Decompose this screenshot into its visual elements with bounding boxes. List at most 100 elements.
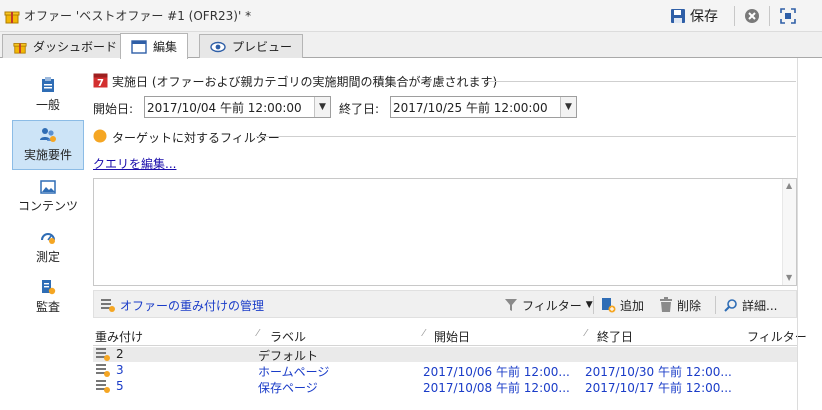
row-end: 2017/10/30 午前 12:00... — [585, 365, 732, 379]
row-label: デフォルト — [258, 349, 319, 363]
sidebar-item-label: 実施要件 — [23, 148, 72, 162]
table-row[interactable]: 2 デフォルト — [93, 347, 797, 363]
column-header-weight[interactable]: 重み付け — [95, 328, 143, 345]
add-icon — [600, 297, 616, 313]
funnel-icon — [504, 298, 518, 312]
row-weight: 5 — [116, 379, 124, 393]
tab-label: プレビュー — [232, 40, 293, 54]
weight-row-icon — [95, 347, 111, 362]
floppy-disk-icon — [670, 8, 686, 24]
calendar-day: 7 — [97, 78, 104, 88]
tab-label: 編集 — [153, 40, 178, 54]
tab-edit[interactable]: 編集 — [120, 33, 189, 59]
magnifier-icon — [724, 298, 738, 312]
window-title: オファー 'ベストオファー #1 (OFR23)' * — [24, 9, 252, 23]
clipboard-icon — [41, 77, 55, 93]
sidebar-item-measure[interactable]: 測定 — [12, 222, 84, 272]
table-row[interactable]: 3 ホームページ 2017/10/06 午前 12:00... 2017/10/… — [93, 363, 797, 379]
filter-heading: ターゲットに対するフィルター — [112, 131, 280, 145]
sidebar-item-label: 一般 — [35, 98, 60, 112]
row-weight: 3 — [116, 363, 124, 377]
add-button[interactable]: 追加 — [600, 295, 644, 315]
column-header-label[interactable]: ラベル — [270, 328, 306, 345]
chevron-down-icon[interactable]: ▼ — [560, 97, 576, 117]
tab-dashboard[interactable]: ダッシュボード — [2, 34, 129, 58]
validity-heading: 実施日 (オファーおよび親カテゴリの実施期間の積集合が考慮されます) — [112, 75, 498, 89]
detail-label: 詳細... — [742, 298, 778, 313]
start-date-field[interactable]: 2017/10/04 午前 12:00:00 ▼ — [144, 96, 331, 118]
right-edge-divider — [797, 58, 798, 410]
section-divider — [256, 136, 796, 137]
column-divider: ⁄ — [257, 328, 259, 339]
start-date-value: 2017/10/04 午前 12:00:00 — [147, 100, 302, 115]
toolbar-separator — [769, 6, 770, 26]
end-date-field[interactable]: 2017/10/25 午前 12:00:00 ▼ — [390, 96, 577, 118]
tab-bar: ダッシュボード 編集 プレビュー — [0, 32, 822, 59]
column-divider: ⁄ — [423, 328, 425, 339]
trash-icon — [659, 297, 673, 313]
sidebar-item-audit[interactable]: 監査 — [12, 272, 84, 322]
sidebar-item-general[interactable]: 一般 — [12, 70, 84, 120]
filter-dropdown-button[interactable]: フィルター ▼ — [504, 295, 593, 315]
manage-weights-label: オファーの重み付けの管理 — [120, 298, 265, 313]
window-icon — [131, 39, 147, 54]
row-end: 2017/10/17 午前 12:00... — [585, 381, 732, 395]
weight-row-icon — [95, 379, 111, 394]
audit-icon — [40, 279, 56, 295]
filter-label: フィルター — [522, 298, 582, 313]
end-date-label: 終了日: — [339, 102, 380, 116]
offer-gift-icon — [4, 8, 20, 24]
filter-circle-icon — [93, 129, 107, 143]
gauge-icon — [40, 229, 56, 245]
close-icon[interactable] — [744, 8, 760, 24]
save-label: 保存 — [690, 9, 718, 25]
tab-label: ダッシュボード — [33, 40, 118, 54]
scroll-down-icon[interactable]: ▼ — [786, 273, 792, 282]
chevron-down-icon: ▼ — [585, 300, 593, 310]
column-divider: ⁄ — [585, 328, 587, 339]
grid-header: 重み付け ⁄ ラベル ⁄ 開始日 ⁄ 終了日 フィルター — [93, 326, 807, 346]
save-button[interactable]: 保存 — [670, 5, 718, 27]
users-icon — [39, 127, 57, 143]
calendar-icon: 7 — [93, 73, 108, 88]
sidebar: 一般 実施要件 コンテンツ 測定 監査 — [0, 58, 88, 410]
query-text-area[interactable]: ▲ ▼ — [93, 178, 797, 286]
row-weight: 2 — [116, 347, 124, 361]
section-divider — [486, 81, 796, 82]
toolbar-separator — [734, 6, 735, 26]
expand-icon[interactable] — [780, 8, 796, 24]
sidebar-item-label: 測定 — [35, 250, 60, 264]
row-start: 2017/10/06 午前 12:00... — [423, 365, 570, 379]
column-header-start[interactable]: 開始日 — [434, 328, 470, 345]
delete-label: 削除 — [677, 298, 702, 313]
vertical-scrollbar[interactable]: ▲ ▼ — [782, 179, 796, 285]
image-icon — [40, 180, 56, 194]
row-label: 保存ページ — [258, 381, 318, 395]
eye-icon — [210, 41, 226, 53]
column-header-end[interactable]: 終了日 — [597, 328, 633, 345]
row-start: 2017/10/08 午前 12:00... — [423, 381, 570, 395]
toolbar-separator — [715, 296, 716, 314]
tab-preview[interactable]: プレビュー — [199, 34, 304, 58]
start-date-label: 開始日: — [93, 102, 134, 116]
grid-toolbar: オファーの重み付けの管理 フィルター ▼ 追加 削除 詳細... — [93, 290, 797, 318]
table-row[interactable]: 5 保存ページ 2017/10/08 午前 12:00... 2017/10/1… — [93, 379, 797, 395]
manage-weights-button[interactable]: オファーの重み付けの管理 — [100, 295, 264, 315]
title-bar: オファー 'ベストオファー #1 (OFR23)' * 保存 — [0, 0, 822, 32]
detail-button[interactable]: 詳細... — [724, 295, 777, 315]
gift-icon — [13, 40, 27, 54]
row-label: ホームページ — [258, 365, 330, 379]
sidebar-item-label: 監査 — [35, 300, 60, 314]
chevron-down-icon[interactable]: ▼ — [314, 97, 330, 117]
weights-list-icon — [100, 297, 116, 313]
add-label: 追加 — [620, 298, 645, 313]
toolbar-separator — [593, 296, 594, 314]
scroll-up-icon[interactable]: ▲ — [786, 181, 792, 190]
edit-query-link[interactable]: クエリを編集... — [93, 155, 176, 172]
weight-row-icon — [95, 363, 111, 378]
delete-button[interactable]: 削除 — [659, 295, 701, 315]
sidebar-item-eligibility[interactable]: 実施要件 — [12, 120, 84, 170]
sidebar-item-content[interactable]: コンテンツ — [12, 172, 84, 222]
sidebar-item-label: コンテンツ — [17, 199, 78, 213]
end-date-value: 2017/10/25 午前 12:00:00 — [393, 100, 548, 115]
